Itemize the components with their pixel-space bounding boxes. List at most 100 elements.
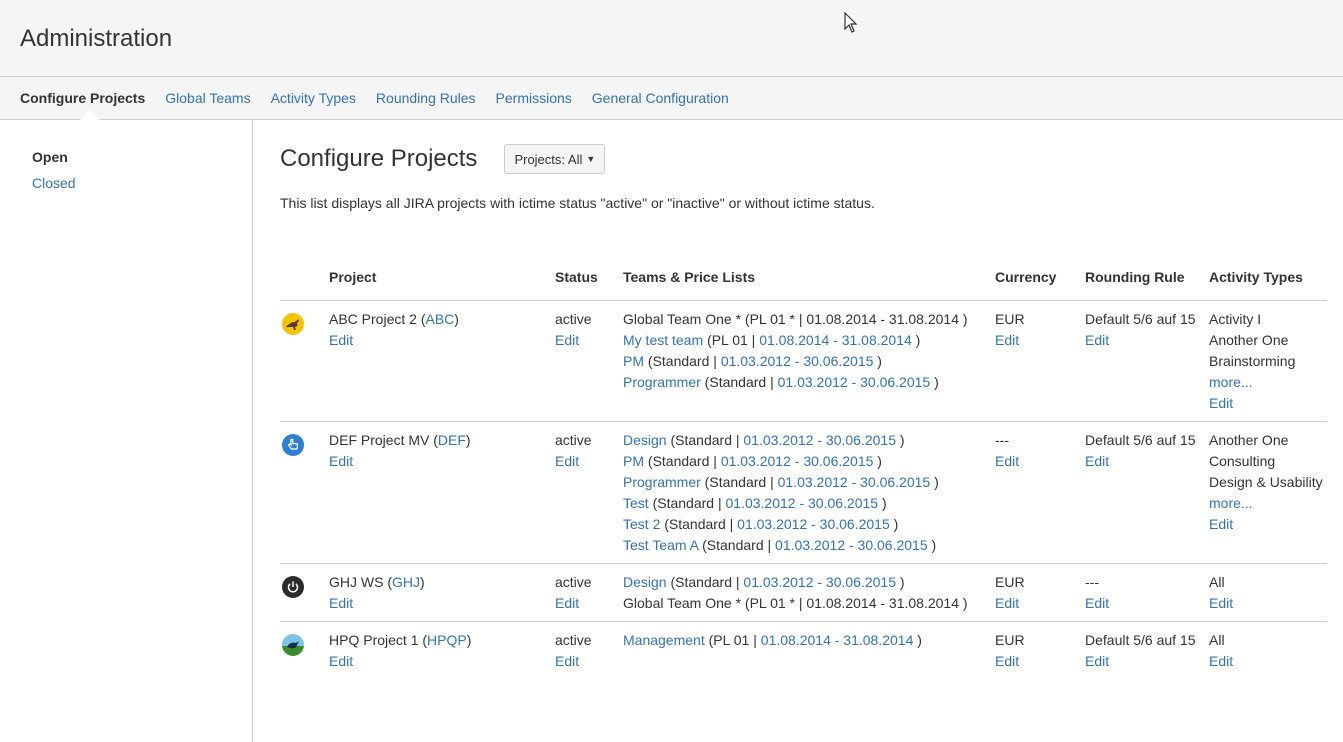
sidebar-item-closed[interactable]: Closed	[32, 175, 252, 191]
sidebar: Open Closed	[0, 120, 253, 742]
date-range-link[interactable]: 01.03.2012 - 30.06.2015	[778, 474, 931, 490]
sidebar-item-open[interactable]: Open	[32, 149, 252, 165]
currency-value: EUR	[995, 574, 1025, 590]
team-link[interactable]: PM	[623, 453, 644, 469]
team-name: Global Team One *	[623, 595, 742, 611]
team-entry: Programmer (Standard | 01.03.2012 - 30.0…	[623, 474, 939, 490]
activity-type: Design & Usability	[1209, 474, 1323, 490]
edit-status-link[interactable]: Edit	[555, 453, 579, 469]
project-key-link[interactable]: GHJ	[392, 574, 420, 590]
price-list: Standard	[706, 537, 764, 553]
status-value: active	[555, 632, 592, 648]
tab-activity-types[interactable]: Activity Types	[271, 90, 356, 106]
more-activities-link[interactable]: more...	[1209, 374, 1253, 390]
team-name: Global Team One *	[623, 311, 742, 327]
tab-global-teams[interactable]: Global Teams	[165, 90, 250, 106]
date-range-link[interactable]: 01.03.2012 - 30.06.2015	[737, 516, 890, 532]
team-entry: PM (Standard | 01.03.2012 - 30.06.2015 )	[623, 353, 882, 369]
status-value: active	[555, 311, 592, 327]
page-header: Administration	[0, 0, 1343, 77]
edit-rounding-link[interactable]: Edit	[1085, 332, 1109, 348]
team-entry: Management (PL 01 | 01.08.2014 - 31.08.2…	[623, 632, 922, 648]
edit-status-link[interactable]: Edit	[555, 332, 579, 348]
edit-project-link[interactable]: Edit	[329, 332, 353, 348]
tab-permissions[interactable]: Permissions	[496, 90, 572, 106]
team-link[interactable]: My test team	[623, 332, 703, 348]
edit-activities-link[interactable]: Edit	[1209, 653, 1233, 669]
project-key-link[interactable]: DEF	[438, 432, 466, 448]
team-link[interactable]: Test Team A	[623, 537, 698, 553]
power-icon	[282, 576, 329, 598]
team-entry: Programmer (Standard | 01.03.2012 - 30.0…	[623, 374, 939, 390]
table-row: GHJ WS (GHJ) Edit active Edit Design (Standa…	[280, 563, 1327, 622]
price-list: Standard	[657, 495, 715, 511]
price-list: Standard	[668, 516, 726, 532]
projects-filter-dropdown[interactable]: Projects: All ▼	[504, 144, 606, 174]
activity-type: Consulting	[1209, 453, 1276, 469]
edit-project-link[interactable]: Edit	[329, 653, 353, 669]
edit-currency-link[interactable]: Edit	[995, 453, 1019, 469]
price-list: Standard	[652, 353, 710, 369]
currency-value: EUR	[995, 632, 1025, 648]
team-link[interactable]: Test 2	[623, 516, 660, 532]
edit-rounding-link[interactable]: Edit	[1085, 595, 1109, 611]
edit-rounding-link[interactable]: Edit	[1085, 653, 1109, 669]
date-range-link[interactable]: 01.03.2012 - 30.06.2015	[775, 537, 928, 553]
date-range-link[interactable]: 01.03.2012 - 30.06.2015	[721, 453, 874, 469]
project-key-link[interactable]: ABC	[426, 311, 455, 327]
team-link[interactable]: Programmer	[623, 474, 701, 490]
kangaroo-icon	[282, 313, 329, 335]
tab-general-configuration[interactable]: General Configuration	[592, 90, 729, 106]
price-list: PL 01	[713, 632, 750, 648]
header-icon	[280, 267, 329, 301]
edit-activities-link[interactable]: Edit	[1209, 395, 1233, 411]
project-key-link[interactable]: HPQP	[427, 632, 467, 648]
price-list: Standard	[675, 432, 732, 448]
team-link[interactable]: Design	[623, 432, 667, 448]
edit-status-link[interactable]: Edit	[555, 653, 579, 669]
team-link[interactable]: PM	[623, 353, 644, 369]
team-link[interactable]: Programmer	[623, 374, 701, 390]
active-tab-pointer	[80, 110, 100, 120]
date-range-link[interactable]: 01.03.2012 - 30.06.2015	[721, 353, 874, 369]
date-range-link[interactable]: 01.03.2012 - 30.06.2015	[743, 432, 896, 448]
edit-status-link[interactable]: Edit	[555, 595, 579, 611]
edit-currency-link[interactable]: Edit	[995, 595, 1019, 611]
status-value: active	[555, 432, 592, 448]
tab-configure-projects[interactable]: Configure Projects	[20, 90, 145, 106]
date-range: 01.08.2014 - 31.08.2014	[806, 311, 959, 327]
edit-project-link[interactable]: Edit	[329, 595, 353, 611]
team-entry: PM (Standard | 01.03.2012 - 30.06.2015 )	[623, 453, 882, 469]
date-range-link[interactable]: 01.03.2012 - 30.06.2015	[726, 495, 879, 511]
date-range-link[interactable]: 01.03.2012 - 30.06.2015	[743, 574, 896, 590]
edit-project-link[interactable]: Edit	[329, 453, 353, 469]
date-range-link[interactable]: 01.03.2012 - 30.06.2015	[778, 374, 931, 390]
price-list: PL 01 *	[749, 595, 795, 611]
edit-currency-link[interactable]: Edit	[995, 332, 1019, 348]
header-currency: Currency	[995, 269, 1057, 285]
activity-type: Brainstorming	[1209, 353, 1296, 369]
admin-tabs: Configure Projects Global Teams Activity…	[0, 77, 1343, 120]
date-range-link[interactable]: 01.08.2014 - 31.08.2014	[761, 632, 914, 648]
header-project: Project	[329, 269, 377, 285]
edit-rounding-link[interactable]: Edit	[1085, 453, 1109, 469]
team-entry: Global Team One * (PL 01 * | 01.08.2014 …	[623, 595, 968, 611]
tab-rounding-rules[interactable]: Rounding Rules	[376, 90, 476, 106]
edit-activities-link[interactable]: Edit	[1209, 516, 1233, 532]
rounding-rule-value: Default 5/6 auf 15	[1085, 432, 1196, 448]
mouse-cursor-icon	[844, 12, 858, 33]
edit-activities-link[interactable]: Edit	[1209, 595, 1233, 611]
page-title: Administration	[20, 25, 173, 52]
project-name: DEF Project MV	[329, 432, 430, 448]
team-entry: Design (Standard | 01.03.2012 - 30.06.20…	[623, 432, 905, 448]
team-entry: Test (Standard | 01.03.2012 - 30.06.2015…	[623, 495, 887, 511]
more-activities-link[interactable]: more...	[1209, 495, 1253, 511]
team-link[interactable]: Design	[623, 574, 667, 590]
edit-currency-link[interactable]: Edit	[995, 653, 1019, 669]
price-list: Standard	[675, 574, 732, 590]
date-range-link[interactable]: 01.08.2014 - 31.08.2014	[759, 332, 912, 348]
team-link[interactable]: Management	[623, 632, 705, 648]
team-link[interactable]: Test	[623, 495, 649, 511]
rounding-rule-value: Default 5/6 auf 15	[1085, 311, 1196, 327]
team-entry: Test 2 (Standard | 01.03.2012 - 30.06.20…	[623, 516, 899, 532]
